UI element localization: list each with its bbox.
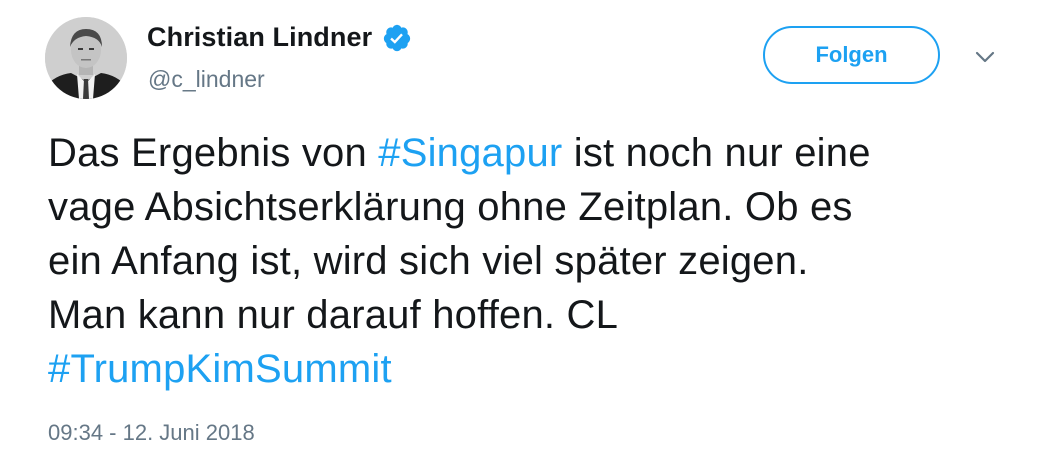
tweet-line-3: ein Anfang ist, wird sich viel später ze…: [48, 239, 809, 283]
hashtag-link-trumpkimsummit[interactable]: #TrumpKimSummit: [48, 347, 392, 391]
author-name-row: Christian Lindner: [147, 22, 412, 53]
hashtag-link-singapur[interactable]: #Singapur: [378, 131, 562, 175]
tweet-text-segment: Das Ergebnis von: [48, 131, 379, 175]
tweet-line-2: vage Absichtserklärung ohne Zeitplan. Ob…: [48, 185, 853, 229]
tweet-line-5: #TrumpKimSummit: [48, 342, 1028, 396]
author-name[interactable]: Christian Lindner: [147, 22, 372, 53]
follow-button[interactable]: Folgen: [763, 26, 940, 84]
tweet-card: Christian Lindner @c_lindner Folgen Das …: [0, 0, 1050, 460]
tweet-line-4: Man kann nur darauf hoffen. CL: [48, 293, 619, 337]
tweet-timestamp[interactable]: 09:34 - 12. Juni 2018: [48, 420, 255, 446]
author-handle[interactable]: @c_lindner: [148, 66, 265, 93]
tweet-text-segment: ist noch nur eine: [562, 131, 871, 175]
tweet-line-1: Das Ergebnis von #Singapur ist noch nur …: [48, 126, 1028, 180]
verified-badge-icon: [382, 23, 412, 53]
avatar[interactable]: [45, 17, 127, 99]
chevron-down-icon[interactable]: [972, 47, 998, 67]
tweet-text: Das Ergebnis von #Singapur ist noch nur …: [48, 126, 1028, 396]
